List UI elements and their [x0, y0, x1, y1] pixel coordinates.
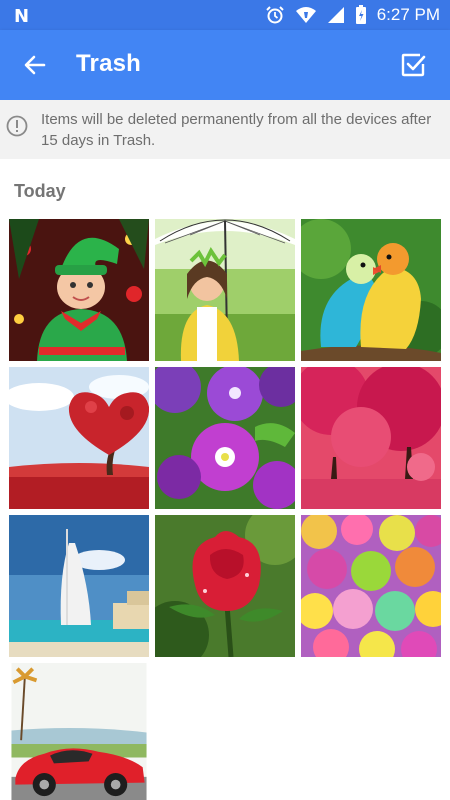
photo-thumbnail[interactable] [155, 367, 295, 509]
red-trees-photo [301, 367, 441, 509]
photo-thumbnail[interactable] [301, 515, 441, 657]
trash-notice: Items will be deleted permanently from a… [0, 100, 450, 159]
status-icons: 6:27 PM [265, 0, 440, 30]
photo-thumbnail[interactable] [9, 515, 149, 657]
app-bar: Trash [0, 30, 450, 100]
clock-time: 6:27 PM [376, 5, 440, 24]
back-button[interactable] [18, 48, 52, 82]
red-rose-photo [155, 515, 295, 657]
photo-thumbnail[interactable] [155, 515, 295, 657]
wifi-icon [295, 7, 316, 23]
red-sports-car-photo [11, 663, 147, 800]
photo-thumbnail[interactable] [9, 663, 149, 800]
n-logo-icon: N [14, 6, 30, 27]
colorful-chicks-photo [301, 515, 441, 657]
heart-tree-photo [9, 367, 149, 509]
photo-thumbnail[interactable] [301, 367, 441, 509]
baby-elf-photo [9, 219, 149, 361]
section-title-today: Today [14, 181, 66, 201]
photo-thumbnail[interactable] [9, 219, 149, 361]
petunia-photo [155, 367, 295, 509]
info-icon [6, 115, 28, 137]
photo-thumbnail[interactable] [155, 219, 295, 361]
burj-al-arab-photo [9, 515, 149, 657]
select-all-button[interactable] [398, 50, 428, 80]
checkbox-select-icon [401, 53, 426, 77]
page-title: Trash [76, 50, 142, 77]
arrow-left-icon [24, 55, 46, 75]
girl-umbrella-photo [155, 219, 295, 361]
lovebirds-photo [301, 219, 441, 361]
alarm-icon [265, 6, 284, 24]
status-bar: N 6:27 PM [0, 0, 450, 30]
photo-thumbnail[interactable] [301, 219, 441, 361]
notice-text: Items will be deleted permanently from a… [41, 111, 432, 149]
battery-icon [355, 5, 366, 24]
cell-signal-icon [327, 7, 344, 23]
photo-thumbnail[interactable] [9, 367, 149, 509]
